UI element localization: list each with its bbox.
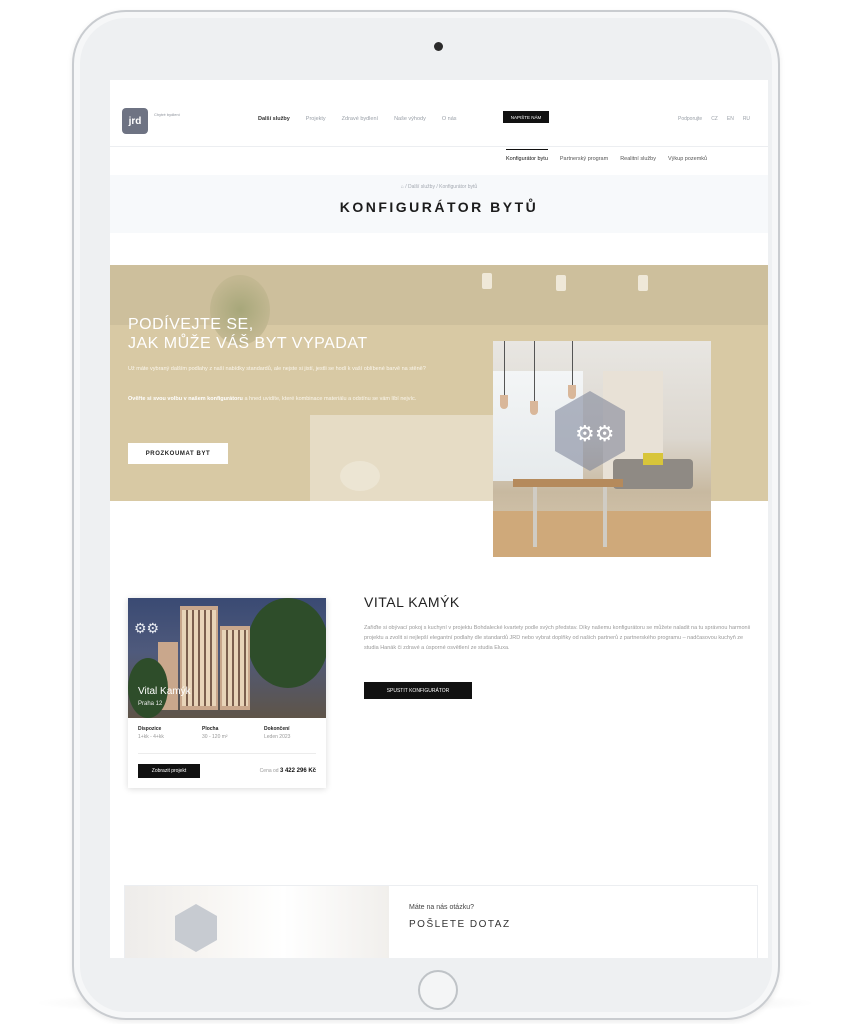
- page: jrd Chytré bydlení Další služby Projekty…: [0, 0, 850, 1024]
- project-card-location: Praha 12: [138, 701, 163, 707]
- gears-icon: ⚙⚙: [575, 421, 615, 446]
- hero-bg-lamp: [638, 275, 648, 291]
- room-table-leg: [603, 487, 607, 547]
- hero-text: Už máte vybraný dalším podlahy z naší na…: [128, 366, 426, 372]
- room-pillow: [643, 453, 663, 465]
- nav-item-zdrave-bydleni[interactable]: Zdravé bydlení: [342, 116, 378, 122]
- site-logo[interactable]: jrd: [122, 108, 148, 134]
- lang-cz[interactable]: CZ: [711, 116, 718, 122]
- contact-button[interactable]: NAPIŠTE NÁM: [503, 111, 549, 123]
- room-floor: [493, 511, 711, 557]
- subnav-realitni-sluzby[interactable]: Realitní služby: [620, 156, 656, 162]
- site-header: jrd Chytré bydlení Další služby Projekty…: [110, 80, 768, 175]
- spec-dispozice: Dispozice 1+kk - 4+kk: [138, 726, 164, 740]
- hero-text-2: Ověřte si svou volbu v našem konfiguráto…: [128, 395, 448, 403]
- pendant-lamp: [500, 395, 508, 409]
- logo-tagline: Chytré bydlení: [154, 112, 180, 117]
- spec-label: Dispozice: [138, 726, 162, 732]
- pendant-lamp: [568, 385, 576, 399]
- contact-image: [125, 886, 389, 958]
- pendant-cord: [504, 341, 505, 395]
- spec-plocha: Plocha 30 - 120 m²: [202, 726, 228, 740]
- contact-section: Máte na nás otázku? POŠLETE DOTAZ: [124, 885, 758, 958]
- spec-label: Dokončení: [264, 726, 290, 732]
- hero-heading-line1: PODÍVEJTE SE,: [128, 316, 254, 333]
- breadcrumb[interactable]: ⌂ / Další služby / Konfigurátor bytů: [110, 184, 768, 190]
- pendant-cord: [534, 341, 535, 401]
- spec-value: 1+kk - 4+kk: [138, 734, 164, 740]
- sub-nav: Konfigurátor bytu Partnerský program Rea…: [506, 149, 719, 162]
- project-description: Zařiďte si obývací pokoj s kuchyní v pro…: [364, 625, 751, 651]
- spec-value: Leden 2023: [264, 734, 291, 740]
- page-title: KONFIGURÁTOR BYTŮ: [339, 199, 539, 215]
- hero-heading: PODÍVEJTE SE, JAK MŮŽE VÁŠ BYT VYPADAT: [128, 315, 368, 353]
- hero-bg-lamp: [556, 275, 566, 291]
- hero-heading-line2: JAK MŮŽE VÁŠ BYT VYPADAT: [128, 335, 368, 352]
- gears-icon: ⚙⚙: [134, 620, 160, 636]
- card-tree: [248, 598, 326, 688]
- hero-bg-lamp: [482, 273, 492, 289]
- nav-item-nase-vyhody[interactable]: Naše výhody: [394, 116, 426, 122]
- nav-item-projekty[interactable]: Projekty: [306, 116, 326, 122]
- room-table-leg: [533, 487, 537, 547]
- nav-item-o-nas[interactable]: O nás: [442, 116, 457, 122]
- subnav-konfigurator[interactable]: Konfigurátor bytu: [506, 149, 548, 162]
- explore-apartment-button[interactable]: PROZKOUMAT BYT: [128, 443, 228, 464]
- card-building-windows: [222, 630, 248, 706]
- spec-dokonceni: Dokončení Leden 2023: [264, 726, 290, 740]
- spec-value: 30 - 120 m²: [202, 734, 228, 740]
- home-button[interactable]: [418, 970, 458, 1010]
- lang-item[interactable]: Podporujte: [678, 116, 702, 122]
- language-switcher: Podporujte CZ EN RU: [678, 116, 759, 122]
- card-divider: [138, 753, 316, 754]
- project-card-name: Vital Kamýk: [138, 686, 191, 697]
- contact-question: Máte na nás otázku?: [409, 904, 474, 911]
- title-bar: ⌂ / Další služby / Konfigurátor bytů KON…: [110, 175, 768, 233]
- tablet-screen: jrd Chytré bydlení Další služby Projekty…: [110, 80, 768, 958]
- main-nav: Další služby Projekty Zdravé bydlení Naš…: [258, 116, 473, 122]
- hero-bg-chair: [340, 461, 380, 491]
- launch-configurator-button[interactable]: SPUSTIT KONFIGURÁTOR: [364, 682, 472, 699]
- camera-icon: [434, 42, 443, 51]
- subnav-vykup-pozemku[interactable]: Výkup pozemků: [668, 156, 707, 162]
- project-card-image: ⚙⚙ Vital Kamýk Praha 12: [128, 598, 326, 718]
- project-price: Cena od 3 422 296 Kč: [260, 768, 316, 774]
- hexagon-icon: [175, 904, 217, 952]
- pendant-lamp: [530, 401, 538, 415]
- send-question-heading: POŠLETE DOTAZ: [409, 919, 511, 930]
- show-project-button[interactable]: Zobrazit projekt: [138, 764, 200, 778]
- hero-text-2-bold: Ověřte si svou volbu v našem konfiguráto…: [128, 396, 243, 402]
- project-card[interactable]: ⚙⚙ Vital Kamýk Praha 12 Dispozice 1+kk -…: [128, 598, 326, 788]
- spec-label: Plocha: [202, 726, 219, 732]
- configurator-preview-image: ⚙⚙: [493, 341, 711, 557]
- project-title: VITAL KAMÝK: [364, 594, 460, 610]
- lang-en[interactable]: EN: [727, 116, 734, 122]
- nav-item-dalsi-sluzby[interactable]: Další služby: [258, 116, 290, 122]
- hero-text-2-rest: a hned uvidíte, které kombinace materiál…: [242, 396, 417, 402]
- price-value: 3 422 296 Kč: [279, 768, 316, 774]
- pendant-cord: [572, 341, 573, 385]
- room-table: [513, 479, 623, 487]
- subnav-partnersky-program[interactable]: Partnerský program: [560, 156, 608, 162]
- price-label: Cena od: [259, 768, 279, 774]
- header-divider: [110, 146, 768, 147]
- lang-ru[interactable]: RU: [743, 116, 750, 122]
